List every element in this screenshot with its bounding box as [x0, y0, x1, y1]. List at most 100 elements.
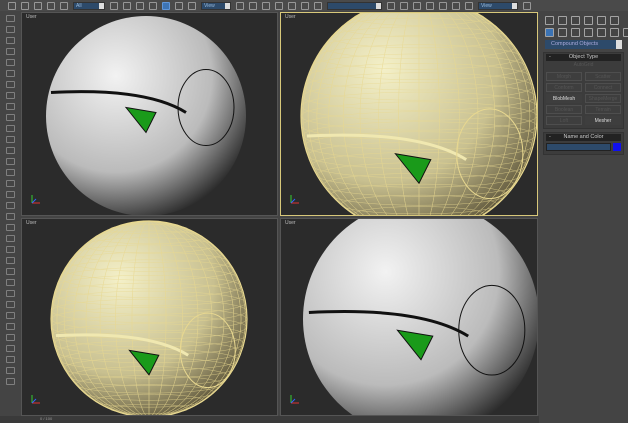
- tool-icon[interactable]: [5, 202, 15, 209]
- display-tab-icon[interactable]: [597, 16, 606, 25]
- link-icon[interactable]: [34, 1, 42, 10]
- object-type-button-scatter[interactable]: Scatter: [585, 72, 621, 81]
- render-icon[interactable]: [523, 1, 531, 10]
- graphite-icon[interactable]: [426, 1, 434, 10]
- object-color-swatch[interactable]: [613, 143, 621, 151]
- tool-icon[interactable]: [5, 290, 15, 297]
- schematic-view-icon[interactable]: [452, 1, 460, 10]
- angle-snap-icon[interactable]: [288, 1, 296, 10]
- systems-icon[interactable]: [623, 28, 628, 37]
- tool-icon[interactable]: [5, 323, 15, 330]
- render-view-dropdown[interactable]: View: [478, 1, 518, 10]
- viewport-label[interactable]: User: [26, 220, 37, 226]
- rotate-icon[interactable]: [175, 1, 183, 10]
- tool-icon[interactable]: [5, 147, 15, 154]
- utilities-tab-icon[interactable]: [610, 16, 619, 25]
- tool-icon[interactable]: [5, 312, 15, 319]
- rollout-header[interactable]: - Object Type: [546, 54, 621, 61]
- tool-icon[interactable]: [5, 114, 15, 121]
- tool-icon[interactable]: [5, 235, 15, 242]
- selection-filter-dropdown[interactable]: All: [73, 1, 105, 10]
- window-crossing-icon[interactable]: [149, 1, 157, 10]
- material-editor-icon[interactable]: [465, 1, 473, 10]
- geometry-icon[interactable]: [545, 28, 554, 37]
- object-type-button-mesher[interactable]: Mesher: [585, 116, 621, 125]
- object-name-input[interactable]: [546, 143, 611, 151]
- modify-tab-icon[interactable]: [558, 16, 567, 25]
- redo-icon[interactable]: [21, 1, 29, 10]
- sphere[interactable]: [46, 16, 246, 215]
- scale-icon[interactable]: [188, 1, 196, 10]
- curve-editor-icon[interactable]: [439, 1, 447, 10]
- tool-icon[interactable]: [5, 70, 15, 77]
- rollout-header[interactable]: - Name and Color: [546, 134, 621, 141]
- tool-icon[interactable]: [5, 378, 15, 385]
- tool-icon[interactable]: [5, 279, 15, 286]
- object-type-button-boolean[interactable]: Boolean: [546, 105, 582, 114]
- tool-icon[interactable]: [5, 26, 15, 33]
- tool-icon[interactable]: [5, 169, 15, 176]
- tool-icon[interactable]: [5, 59, 15, 66]
- viewport-bottom-right[interactable]: User: [280, 218, 538, 416]
- rect-selection-icon[interactable]: [136, 1, 144, 10]
- tool-icon[interactable]: [5, 15, 15, 22]
- tool-icon[interactable]: [5, 125, 15, 132]
- tool-icon[interactable]: [5, 180, 15, 187]
- shapes-icon[interactable]: [558, 28, 567, 37]
- tool-icon[interactable]: [5, 92, 15, 99]
- tool-icon[interactable]: [5, 136, 15, 143]
- object-type-button-conform[interactable]: Conform: [546, 83, 582, 92]
- tool-icon[interactable]: [5, 48, 15, 55]
- viewport-top-right[interactable]: User: [280, 12, 538, 216]
- percent-snap-icon[interactable]: [301, 1, 309, 10]
- viewport-label[interactable]: User: [285, 14, 296, 20]
- object-type-button-loft[interactable]: Loft: [546, 116, 582, 125]
- cameras-icon[interactable]: [584, 28, 593, 37]
- tool-icon[interactable]: [5, 246, 15, 253]
- tool-icon[interactable]: [5, 191, 15, 198]
- hierarchy-tab-icon[interactable]: [571, 16, 580, 25]
- named-selection-dropdown[interactable]: [327, 1, 382, 10]
- viewport-bottom-left[interactable]: User: [21, 218, 278, 416]
- bind-space-warp-icon[interactable]: [60, 1, 68, 10]
- sphere[interactable]: [303, 219, 537, 415]
- mirror-icon[interactable]: [387, 1, 395, 10]
- object-type-button-morph[interactable]: Morph: [546, 72, 582, 81]
- object-type-button-blobmesh[interactable]: BlobMesh: [546, 94, 582, 103]
- tool-icon[interactable]: [5, 268, 15, 275]
- select-object-icon[interactable]: [110, 1, 118, 10]
- lights-icon[interactable]: [571, 28, 580, 37]
- ref-coord-dropdown[interactable]: View: [201, 1, 231, 10]
- tool-icon[interactable]: [5, 257, 15, 264]
- tool-icon[interactable]: [5, 37, 15, 44]
- sphere[interactable]: [50, 220, 248, 415]
- motion-tab-icon[interactable]: [584, 16, 593, 25]
- tool-icon[interactable]: [5, 345, 15, 352]
- layer-icon[interactable]: [413, 1, 421, 10]
- tool-icon[interactable]: [5, 334, 15, 341]
- align-icon[interactable]: [400, 1, 408, 10]
- time-slider[interactable]: 0 / 100: [0, 416, 539, 423]
- select-by-name-icon[interactable]: [123, 1, 131, 10]
- tool-icon[interactable]: [5, 356, 15, 363]
- keyboard-shortcut-icon[interactable]: [262, 1, 270, 10]
- move-icon[interactable]: [162, 1, 170, 10]
- space-warps-icon[interactable]: [610, 28, 619, 37]
- undo-icon[interactable]: [8, 1, 16, 10]
- object-type-button-shapemerge[interactable]: ShapeMerge: [585, 94, 621, 103]
- snap-icon[interactable]: [275, 1, 283, 10]
- pivot-icon[interactable]: [236, 1, 244, 10]
- sphere[interactable]: [300, 13, 537, 215]
- autogrid-checkbox[interactable]: AutoGrid: [546, 62, 621, 70]
- tool-icon[interactable]: [5, 224, 15, 231]
- viewport-top-left[interactable]: User: [21, 12, 278, 216]
- tool-icon[interactable]: [5, 301, 15, 308]
- viewport-label[interactable]: User: [285, 220, 296, 226]
- manipulate-icon[interactable]: [249, 1, 257, 10]
- category-dropdown[interactable]: Compound Objects: [545, 40, 622, 49]
- tool-icon[interactable]: [5, 158, 15, 165]
- create-tab-icon[interactable]: [545, 16, 554, 25]
- helpers-icon[interactable]: [597, 28, 606, 37]
- unlink-icon[interactable]: [47, 1, 55, 10]
- spinner-snap-icon[interactable]: [314, 1, 322, 10]
